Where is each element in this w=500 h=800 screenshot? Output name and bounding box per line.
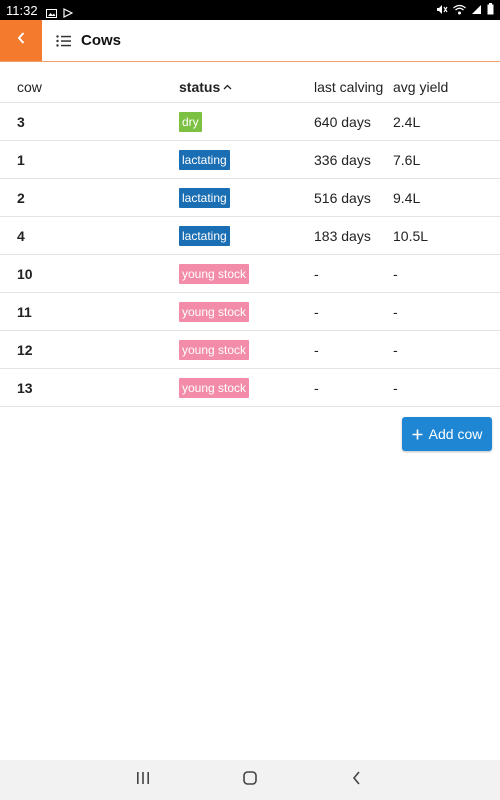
avg-yield: - (393, 379, 398, 396)
page-title: Cows (81, 32, 122, 49)
avg-yield: - (393, 265, 398, 282)
cow-id: 4 (17, 227, 25, 244)
back-arrow-icon (16, 31, 26, 50)
status-cell: dry (179, 111, 202, 132)
wifi-icon (453, 3, 466, 18)
cow-id: 13 (17, 379, 33, 396)
last-calving: 183 days (314, 227, 371, 244)
status-badge: young stock (179, 377, 250, 398)
table-row[interactable]: 10 young stock - - (0, 255, 500, 293)
mute-icon (436, 3, 448, 18)
avg-yield: - (393, 341, 398, 358)
sort-ascending-icon (223, 84, 232, 90)
status-badge: dry (179, 111, 202, 132)
table-header: cow status last calving avg yield (0, 71, 500, 103)
status-cell: young stock (179, 377, 250, 398)
status-badge: lactating (179, 225, 230, 246)
status-bar: 11:32 (0, 0, 500, 20)
header-avg-yield[interactable]: avg yield (393, 79, 448, 95)
header-status[interactable]: status (179, 79, 232, 95)
status-time: 11:32 (6, 2, 38, 18)
status-cell: young stock (179, 339, 250, 360)
header-last-calving[interactable]: last calving (314, 79, 383, 95)
status-cell: lactating (179, 187, 230, 208)
system-nav-bar (0, 760, 500, 800)
last-calving: - (314, 379, 319, 396)
status-badge: young stock (179, 263, 250, 284)
back-button[interactable] (0, 20, 42, 61)
home-button[interactable] (230, 765, 270, 795)
cow-id: 2 (17, 189, 25, 206)
cow-id: 12 (17, 341, 33, 358)
status-badge: lactating (179, 149, 230, 170)
table-row[interactable]: 4 lactating 183 days 10.5L (0, 217, 500, 255)
plus-icon (412, 429, 423, 440)
status-cell: young stock (179, 301, 250, 322)
image-icon (45, 6, 57, 18)
cows-table: cow status last calving avg yield 3 dry 64… (0, 71, 500, 407)
avg-yield: 9.4L (393, 189, 421, 206)
table-row[interactable]: 13 young stock - - (0, 369, 500, 407)
table-row[interactable]: 2 lactating 516 days 9.4L (0, 179, 500, 217)
status-cell: lactating (179, 225, 230, 246)
home-icon (243, 770, 257, 790)
battery-icon (487, 2, 494, 18)
table-row[interactable]: 1 lactating 336 days 7.6L (0, 141, 500, 179)
avg-yield: 10.5L (393, 227, 429, 244)
avg-yield: 7.6L (393, 151, 421, 168)
table-row[interactable]: 12 young stock - - (0, 331, 500, 369)
last-calving: - (314, 341, 319, 358)
status-badge: young stock (179, 301, 250, 322)
table-body: 3 dry 640 days 2.4L 1 lactating 336 days 7.6L 2 l… (0, 103, 500, 407)
last-calving: - (314, 303, 319, 320)
table-row[interactable]: 11 young stock - - (0, 293, 500, 331)
cow-id: 3 (17, 113, 25, 130)
last-calving: - (314, 265, 319, 282)
play-store-icon (62, 6, 74, 18)
recents-icon (136, 771, 150, 789)
cow-id: 10 (17, 265, 33, 282)
nav-back-button[interactable] (337, 765, 377, 795)
status-cell: lactating (179, 149, 230, 170)
signal-icon (471, 3, 482, 18)
header-status-label: status (179, 78, 221, 95)
add-cow-button[interactable]: Add cow (402, 417, 492, 451)
list-icon (56, 34, 71, 47)
last-calving: 336 days (314, 151, 371, 168)
last-calving: 516 days (314, 189, 371, 206)
nav-back-icon (352, 770, 361, 790)
last-calving: 640 days (314, 113, 371, 130)
table-row[interactable]: 3 dry 640 days 2.4L (0, 103, 500, 141)
status-badge: lactating (179, 187, 230, 208)
app-bar: Cows (0, 20, 500, 62)
cow-id: 1 (17, 151, 25, 168)
recents-button[interactable] (123, 765, 163, 795)
header-cow[interactable]: cow (17, 79, 42, 95)
avg-yield: - (393, 303, 398, 320)
cow-id: 11 (17, 303, 32, 320)
avg-yield: 2.4L (393, 113, 421, 130)
add-cow-label: Add cow (428, 426, 483, 442)
status-badge: young stock (179, 339, 250, 360)
status-cell: young stock (179, 263, 250, 284)
